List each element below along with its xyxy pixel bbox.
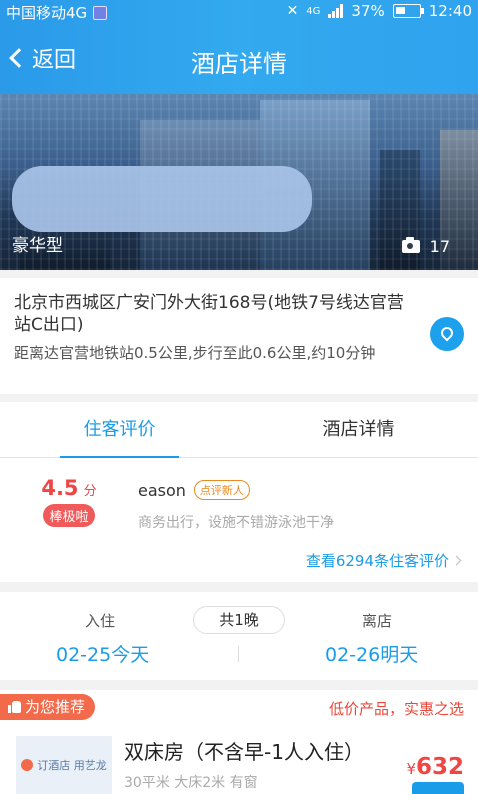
room-name[interactable]: 双床房（不含早-1人入住） — [124, 736, 364, 765]
reviewer-name: eason — [138, 480, 186, 500]
checkout-date[interactable]: 02-26明天 — [325, 640, 418, 667]
distance-info: 距离达官营地铁站0.5公里,步行至此0.6公里,约10分钟 — [14, 344, 376, 362]
tab-hotel-details[interactable]: 酒店详情 — [239, 402, 478, 457]
promo-text: 低价产品，实惠之选 — [328, 700, 464, 718]
recommendation-section: 为您推荐 低价产品，实惠之选 订酒店 用艺龙 双床房（不含早-1人入住） 30平… — [0, 690, 478, 794]
checkin-label: 入住 — [85, 612, 116, 630]
all-reviews-label: 查看6294条住客评价 — [305, 552, 449, 570]
signal-icon — [328, 4, 344, 18]
room-price: ¥632 — [406, 754, 464, 780]
nights-count: 共1晚 — [193, 606, 285, 634]
reviewer-row: eason 点评新人 — [138, 480, 250, 500]
carrier-label: 中国移动4G — [6, 4, 88, 22]
tab-guest-reviews[interactable]: 住客评价 — [0, 402, 239, 458]
thumbs-up-icon — [8, 701, 21, 713]
chevron-right-icon — [451, 555, 462, 566]
rating-block: 4.5 分 棒极啦 — [36, 476, 102, 527]
reviewer-tag: 点评新人 — [193, 480, 250, 500]
hotel-photo[interactable]: 豪华型 17 — [0, 94, 478, 270]
rating-score: 4.5 — [41, 476, 79, 500]
redacted-hotel-name — [12, 166, 312, 232]
thumbnail-text: 订酒店 用艺龙 — [37, 759, 107, 772]
sim-icon — [93, 5, 108, 20]
battery-percent: 37% — [351, 2, 385, 20]
map-location-button[interactable] — [430, 317, 464, 351]
price-currency: ¥ — [406, 760, 416, 778]
page-title: 酒店详情 — [191, 50, 287, 78]
photo-count[interactable]: 17 — [401, 237, 450, 256]
rating-unit: 分 — [83, 484, 97, 499]
hotel-address: 北京市西城区广安门外大街168号(地铁7号线达官营站C出口) — [14, 293, 404, 335]
location-pin-icon — [438, 324, 456, 342]
network-label: 4G — [306, 5, 321, 17]
header-bar: 中国移动4G ✕ 4G 37% 12:40 返回 酒店详情 — [0, 0, 478, 94]
clock: 12:40 — [428, 2, 472, 20]
photo-count-value: 17 — [429, 237, 450, 256]
mute-icon: ✕ — [286, 3, 299, 19]
recommend-label: 为您推荐 — [25, 698, 86, 716]
camera-icon — [401, 237, 420, 253]
book-button[interactable] — [412, 782, 464, 794]
status-bar: 中国移动4G ✕ 4G 37% 12:40 — [0, 0, 478, 24]
rating-badge: 棒极啦 — [43, 504, 95, 527]
room-info: 30平米 大床2米 有窗 — [124, 775, 258, 791]
navigation-bar: 返回 酒店详情 — [0, 30, 478, 88]
review-comment: 商务出行，设施不错游泳池干净 — [138, 515, 334, 531]
tab-bar: 住客评价 酒店详情 — [0, 402, 478, 458]
all-reviews-link[interactable]: 查看6294条住客评价 — [305, 550, 462, 571]
price-value: 632 — [415, 754, 464, 780]
date-divider — [238, 646, 239, 662]
elong-logo-icon — [21, 759, 34, 771]
checkin-date[interactable]: 02-25今天 — [56, 640, 149, 667]
checkout-label: 离店 — [362, 612, 393, 630]
address-section: 北京市西城区广安门外大街168号(地铁7号线达官营站C出口) 距离达官营地铁站0… — [0, 278, 478, 394]
recommend-ribbon: 为您推荐 — [0, 694, 96, 720]
battery-icon — [392, 4, 424, 18]
room-type-label: 豪华型 — [12, 236, 63, 256]
review-section: 4.5 分 棒极啦 eason 点评新人 商务出行，设施不错游泳池干净 查看62… — [0, 458, 478, 582]
room-thumbnail[interactable]: 订酒店 用艺龙 — [16, 736, 112, 794]
date-selector: 入住 共1晚 离店 02-25今天 02-26明天 — [0, 592, 478, 680]
